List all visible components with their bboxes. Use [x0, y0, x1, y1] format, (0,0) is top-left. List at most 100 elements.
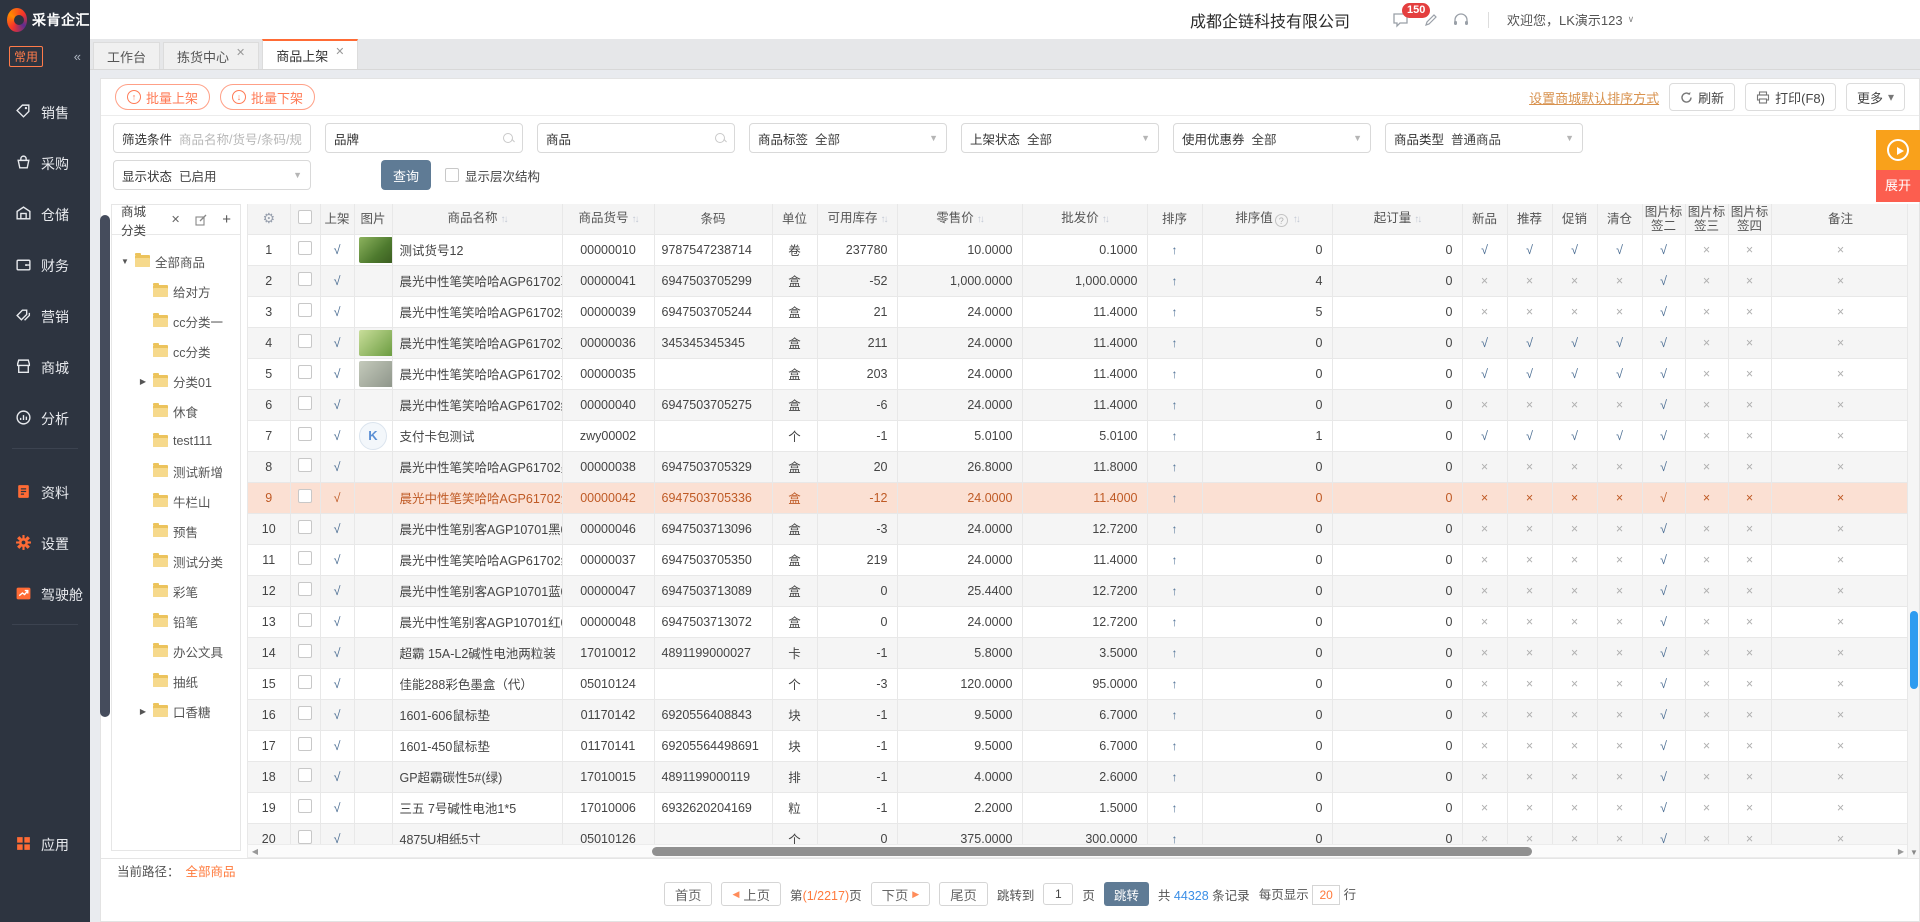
close-icon[interactable]: ✕ — [236, 46, 245, 59]
sort-up-icon[interactable]: ↑ — [1172, 429, 1178, 443]
table-row-14[interactable]: 14√超霸 15A-L2碱性电池两粒装170100124891199000027… — [248, 637, 1909, 668]
close-icon[interactable]: ✕ — [335, 45, 344, 58]
table-row-6[interactable]: 6√晨光中性笔笑哈哈AGP61702绿.0...0000004069475037… — [248, 389, 1909, 420]
tree-item-牛栏山[interactable]: 牛栏山 — [112, 486, 240, 516]
table-row-12[interactable]: 12√晨光中性笔别客AGP10701蓝0.5000000476947503713… — [248, 575, 1909, 606]
help-icon[interactable]: ? — [1275, 214, 1288, 227]
vertical-scroll-thumb[interactable] — [1910, 611, 1918, 689]
tab-商品上架[interactable]: 商品上架✕ — [262, 39, 358, 69]
sort-icons[interactable]: ↑↓ — [1102, 214, 1108, 225]
prev-page-button[interactable]: ◀上页 — [721, 882, 781, 906]
sort-up-icon[interactable]: ↑ — [1172, 274, 1178, 288]
sort-up-icon[interactable]: ↑ — [1172, 336, 1178, 350]
table-row-17[interactable]: 17√1601-450鼠标垫0117014169205564498691块-19… — [248, 730, 1909, 761]
sort-up-icon[interactable]: ↑ — [1172, 367, 1178, 381]
table-row-19[interactable]: 19√三五 7号碱性电池1*5170100066932620204169粒-12… — [248, 792, 1909, 823]
row-checkbox[interactable] — [298, 675, 312, 689]
column-header-批发价[interactable]: 批发价↑↓ — [1022, 204, 1147, 234]
sort-icons[interactable]: ↑↓ — [1293, 214, 1299, 225]
messages-button[interactable]: 150 — [1392, 12, 1410, 28]
column-header-可用库存[interactable]: 可用库存↑↓ — [817, 204, 897, 234]
row-checkbox[interactable] — [298, 427, 312, 441]
scroll-down-icon[interactable]: ▼ — [1908, 848, 1920, 857]
sort-up-icon[interactable]: ↑ — [1172, 243, 1178, 257]
row-checkbox[interactable] — [298, 365, 312, 379]
query-button[interactable]: 查询 — [381, 160, 431, 190]
sort-icons[interactable]: ↑↓ — [632, 214, 638, 225]
product-thumbnail[interactable] — [359, 237, 393, 263]
row-checkbox[interactable] — [298, 551, 312, 565]
sort-up-icon[interactable]: ↑ — [1172, 677, 1178, 691]
display-status-select[interactable]: 显示状态 已启用 ▼ — [113, 160, 311, 190]
table-row-9[interactable]: 9√晨光中性笔笑哈哈AGP61702紫.0...0000004269475037… — [248, 482, 1909, 513]
tree-item-cc分类[interactable]: cc分类 — [112, 336, 240, 366]
tree-expand-icon[interactable]: ▶ — [138, 377, 148, 386]
sort-up-icon[interactable]: ↑ — [1172, 522, 1178, 536]
sidebar-item-商城[interactable]: 商城 — [0, 342, 90, 393]
product-thumbnail[interactable]: K — [359, 422, 387, 450]
tree-item-测试新增[interactable]: 测试新增 — [112, 456, 240, 486]
sidebar-item-销售[interactable]: 销售 — [0, 87, 90, 138]
filter-select-上架状态[interactable]: 上架状态全部▼ — [961, 123, 1159, 153]
expand-button[interactable]: 展开 — [1876, 170, 1920, 202]
table-row-1[interactable]: 1√测试货号12000000109787547238714卷23778010.0… — [248, 234, 1909, 265]
jump-button[interactable]: 跳转 — [1104, 882, 1149, 906]
sidebar-item-分析[interactable]: 分析 — [0, 393, 90, 444]
column-settings-gear-icon[interactable]: ⚙ — [262, 210, 275, 226]
sidebar-item-采购[interactable]: 采购 — [0, 138, 90, 189]
next-page-button[interactable]: 下页▶ — [871, 882, 931, 906]
bulk-off-shelf-button[interactable]: ↓ 批量下架 — [220, 84, 315, 110]
sidebar-item-仓储[interactable]: 仓储 — [0, 189, 90, 240]
sort-icons[interactable]: ↑↓ — [881, 214, 887, 225]
tree-item-cc分类一[interactable]: cc分类一 — [112, 306, 240, 336]
print-button[interactable]: 打印(F8) — [1745, 83, 1836, 111]
sort-icons[interactable]: ↑↓ — [1414, 214, 1420, 225]
select-all-checkbox[interactable] — [298, 210, 312, 224]
sort-up-icon[interactable]: ↑ — [1172, 491, 1178, 505]
table-row-20[interactable]: 20√4875U相纸5寸05010126个0375.0000300.0000↑0… — [248, 823, 1909, 844]
per-page-input[interactable] — [1312, 885, 1340, 905]
table-row-2[interactable]: 2√晨光中性笔笑哈哈AGP61702草...000000416947503705… — [248, 265, 1909, 296]
tree-item-办公文具[interactable]: 办公文具 — [112, 636, 240, 666]
sort-icons[interactable]: ↑↓ — [501, 214, 507, 225]
row-checkbox[interactable] — [298, 737, 312, 751]
tree-item-给对方[interactable]: 给对方 — [112, 276, 240, 306]
sidebar-collapse-icon[interactable]: « — [74, 49, 81, 64]
guide-play-button[interactable] — [1876, 130, 1920, 170]
row-checkbox[interactable] — [298, 644, 312, 658]
scroll-right-icon[interactable]: ▶ — [1895, 846, 1907, 856]
user-menu[interactable]: 欢迎您，LK演示123 ∨ — [1507, 10, 1634, 29]
sidebar-item-设置[interactable]: 设置 — [0, 518, 90, 569]
table-row-10[interactable]: 10√晨光中性笔别客AGP10701黑0.5000000466947503713… — [248, 513, 1909, 544]
row-checkbox[interactable] — [298, 582, 312, 596]
sort-up-icon[interactable]: ↑ — [1172, 584, 1178, 598]
tree-item-口香糖[interactable]: ▶ 口香糖 — [112, 696, 240, 726]
tab-拣货中心[interactable]: 拣货中心✕ — [163, 42, 259, 69]
sort-icons[interactable]: ↑↓ — [977, 214, 983, 225]
panel-splitter-scrollbar[interactable] — [100, 215, 110, 717]
column-header-图片[interactable]: 图片 — [354, 204, 392, 234]
product-thumbnail[interactable] — [359, 330, 393, 356]
sort-up-icon[interactable]: ↑ — [1172, 305, 1178, 319]
tree-expand-icon[interactable]: ▶ — [138, 707, 148, 716]
path-value-link[interactable]: 全部商品 — [186, 861, 236, 880]
sort-up-icon[interactable]: ↑ — [1172, 646, 1178, 660]
tree-clear-icon[interactable]: ✕ — [171, 213, 180, 226]
column-header-商品货号[interactable]: 商品货号↑↓ — [562, 204, 654, 234]
tree-add-icon[interactable]: + — [222, 212, 231, 227]
sort-up-icon[interactable]: ↑ — [1172, 801, 1178, 815]
tab-工作台[interactable]: 工作台 — [93, 42, 160, 69]
tree-edit-icon[interactable] — [195, 214, 207, 226]
app-logo[interactable]: 采肯企汇 — [0, 0, 90, 40]
sort-up-icon[interactable]: ↑ — [1172, 739, 1178, 753]
filter-select-商品标签[interactable]: 商品标签全部▼ — [749, 123, 947, 153]
hierarchy-checkbox[interactable] — [445, 168, 459, 182]
row-checkbox[interactable] — [298, 799, 312, 813]
row-checkbox[interactable] — [298, 272, 312, 286]
last-page-button[interactable]: 尾页 — [939, 882, 988, 906]
horizontal-scroll-thumb[interactable] — [652, 847, 1532, 856]
sort-up-icon[interactable]: ↑ — [1172, 553, 1178, 567]
sort-up-icon[interactable]: ↑ — [1172, 398, 1178, 412]
bulk-on-shelf-button[interactable]: ↑ 批量上架 — [115, 84, 210, 110]
column-header-起订量[interactable]: 起订量↑↓ — [1332, 204, 1462, 234]
